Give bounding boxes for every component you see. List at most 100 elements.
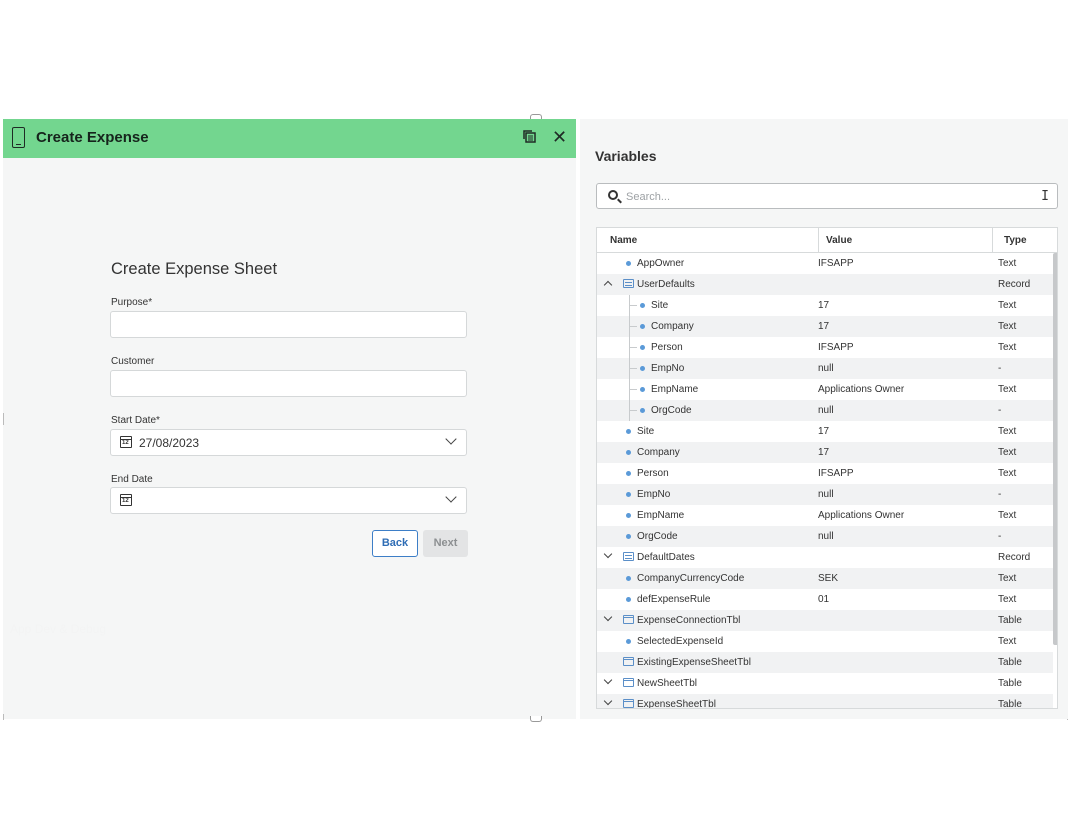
purpose-label: Purpose* [111, 297, 153, 308]
app-preview-pane: Create Expense ✕ Create Expense Sheet Pu… [3, 119, 576, 719]
table-row[interactable]: ExpenseSheetTbl Table [597, 694, 1053, 709]
search-box[interactable]: I [596, 183, 1058, 209]
variable-name: Site [637, 426, 655, 437]
tree-branch [629, 326, 637, 327]
variable-dot-icon [626, 450, 631, 455]
table-row[interactable]: Site 17 Text [597, 421, 1053, 442]
text-cursor-icon: I [1041, 189, 1049, 204]
back-button[interactable]: Back [372, 530, 418, 557]
variable-dot-icon [626, 492, 631, 497]
table-row[interactable]: UserDefaults Record [597, 274, 1053, 295]
table-row[interactable]: EmpName Applications Owner Text [597, 505, 1053, 526]
column-header-type[interactable]: Type [1004, 235, 1027, 246]
chevron-down-icon[interactable] [603, 549, 613, 559]
table-row[interactable]: EmpNo null - [597, 484, 1053, 505]
variable-name: ExpenseSheetTbl [637, 699, 716, 709]
chevron-down-icon[interactable] [603, 675, 613, 685]
variable-type: Text [998, 321, 1017, 332]
variable-type: Record [998, 279, 1031, 290]
table-row[interactable]: ExpenseConnectionTbl Table [597, 610, 1053, 631]
variable-name: AppOwner [637, 258, 685, 269]
table-row[interactable]: AppOwner IFSAPP Text [597, 253, 1053, 274]
table-icon [623, 699, 634, 708]
copy-icon[interactable] [522, 129, 536, 143]
table-row[interactable]: OrgCode null - [597, 526, 1053, 547]
variable-dot-icon [626, 261, 631, 266]
table-icon [623, 678, 634, 687]
variable-type: Text [998, 447, 1017, 458]
variable-value: null [818, 489, 834, 500]
table-row[interactable]: DefaultDates Record [597, 547, 1053, 568]
table-row[interactable]: CompanyCurrencyCode SEK Text [597, 568, 1053, 589]
table-row[interactable]: defExpenseRule 01 Text [597, 589, 1053, 610]
variable-value: 01 [818, 594, 830, 605]
table-row[interactable]: EmpNo null - [597, 358, 1053, 379]
preview-header-title: Create Expense [36, 129, 149, 146]
start-date-picker[interactable]: 27/08/2023 [110, 429, 467, 456]
resize-handle-bottom[interactable] [530, 716, 542, 722]
table-row[interactable]: Company 17 Text [597, 442, 1053, 463]
variable-dot-icon [626, 429, 631, 434]
next-button: Next [423, 530, 468, 557]
variable-value: 17 [818, 321, 830, 332]
variable-name: EmpNo [637, 489, 671, 500]
chevron-down-icon [445, 433, 457, 445]
variable-value: null [818, 363, 834, 374]
variable-value: IFSAPP [818, 258, 854, 269]
chevron-down-icon[interactable] [603, 696, 613, 706]
start-date-label: Start Date* [111, 415, 160, 426]
variables-pane: Variables I Name Value Type AppOwner IFSA… [580, 119, 1068, 719]
table-row[interactable]: Site 17 Text [597, 295, 1053, 316]
bottom-left-marker [3, 714, 4, 720]
column-separator[interactable] [818, 228, 819, 253]
purpose-input[interactable] [110, 311, 467, 338]
variable-dot-icon [640, 345, 645, 350]
table-row[interactable]: NewSheetTbl Table [597, 673, 1053, 694]
phone-icon [12, 127, 25, 148]
variable-type: Table [998, 678, 1022, 689]
table-row[interactable]: Company 17 Text [597, 316, 1053, 337]
tree-branch [629, 347, 637, 348]
table-row[interactable]: EmpName Applications Owner Text [597, 379, 1053, 400]
variable-type: - [998, 489, 1002, 500]
variable-name: ExistingExpenseSheetTbl [637, 657, 751, 668]
variable-dot-icon [640, 303, 645, 308]
preview-header: Create Expense ✕ [3, 119, 576, 158]
table-row[interactable]: SelectedExpenseId Text [597, 631, 1053, 652]
variable-name: Person [637, 468, 669, 479]
table-row[interactable]: OrgCode null - [597, 400, 1053, 421]
close-icon[interactable]: ✕ [552, 125, 567, 149]
variable-type: Text [998, 468, 1017, 479]
table-scrollbar[interactable] [1053, 253, 1057, 645]
variable-name: UserDefaults [637, 279, 695, 290]
chevron-up-icon[interactable] [603, 280, 613, 290]
chevron-down-icon[interactable] [603, 612, 613, 622]
variable-name: ExpenseConnectionTbl [637, 615, 741, 626]
customer-input[interactable] [110, 370, 467, 397]
variable-value: Applications Owner [818, 384, 905, 395]
variables-title: Variables [595, 148, 657, 164]
column-header-value[interactable]: Value [826, 235, 852, 246]
customer-label: Customer [111, 356, 155, 367]
table-row[interactable]: Person IFSAPP Text [597, 337, 1053, 358]
table-row[interactable]: ExistingExpenseSheetTbl Table [597, 652, 1053, 673]
variable-dot-icon [640, 408, 645, 413]
variable-value: 17 [818, 447, 830, 458]
variable-type: Text [998, 636, 1017, 647]
column-separator[interactable] [992, 228, 993, 253]
table-icon [623, 615, 634, 624]
variable-dot-icon [626, 576, 631, 581]
record-icon [623, 279, 634, 288]
search-input[interactable] [626, 188, 1026, 205]
column-header-name[interactable]: Name [610, 235, 637, 246]
variable-dot-icon [640, 324, 645, 329]
variable-name: CompanyCurrencyCode [637, 573, 745, 584]
table-row[interactable]: Person IFSAPP Text [597, 463, 1053, 484]
variables-table: Name Value Type AppOwner IFSAPP Text UserDe… [596, 227, 1058, 709]
end-date-picker[interactable] [110, 487, 467, 514]
tree-branch [629, 410, 637, 411]
variable-value: IFSAPP [818, 468, 854, 479]
start-date-value: 27/08/2023 [139, 436, 200, 450]
chevron-down-icon [445, 491, 457, 503]
variable-value: null [818, 531, 834, 542]
